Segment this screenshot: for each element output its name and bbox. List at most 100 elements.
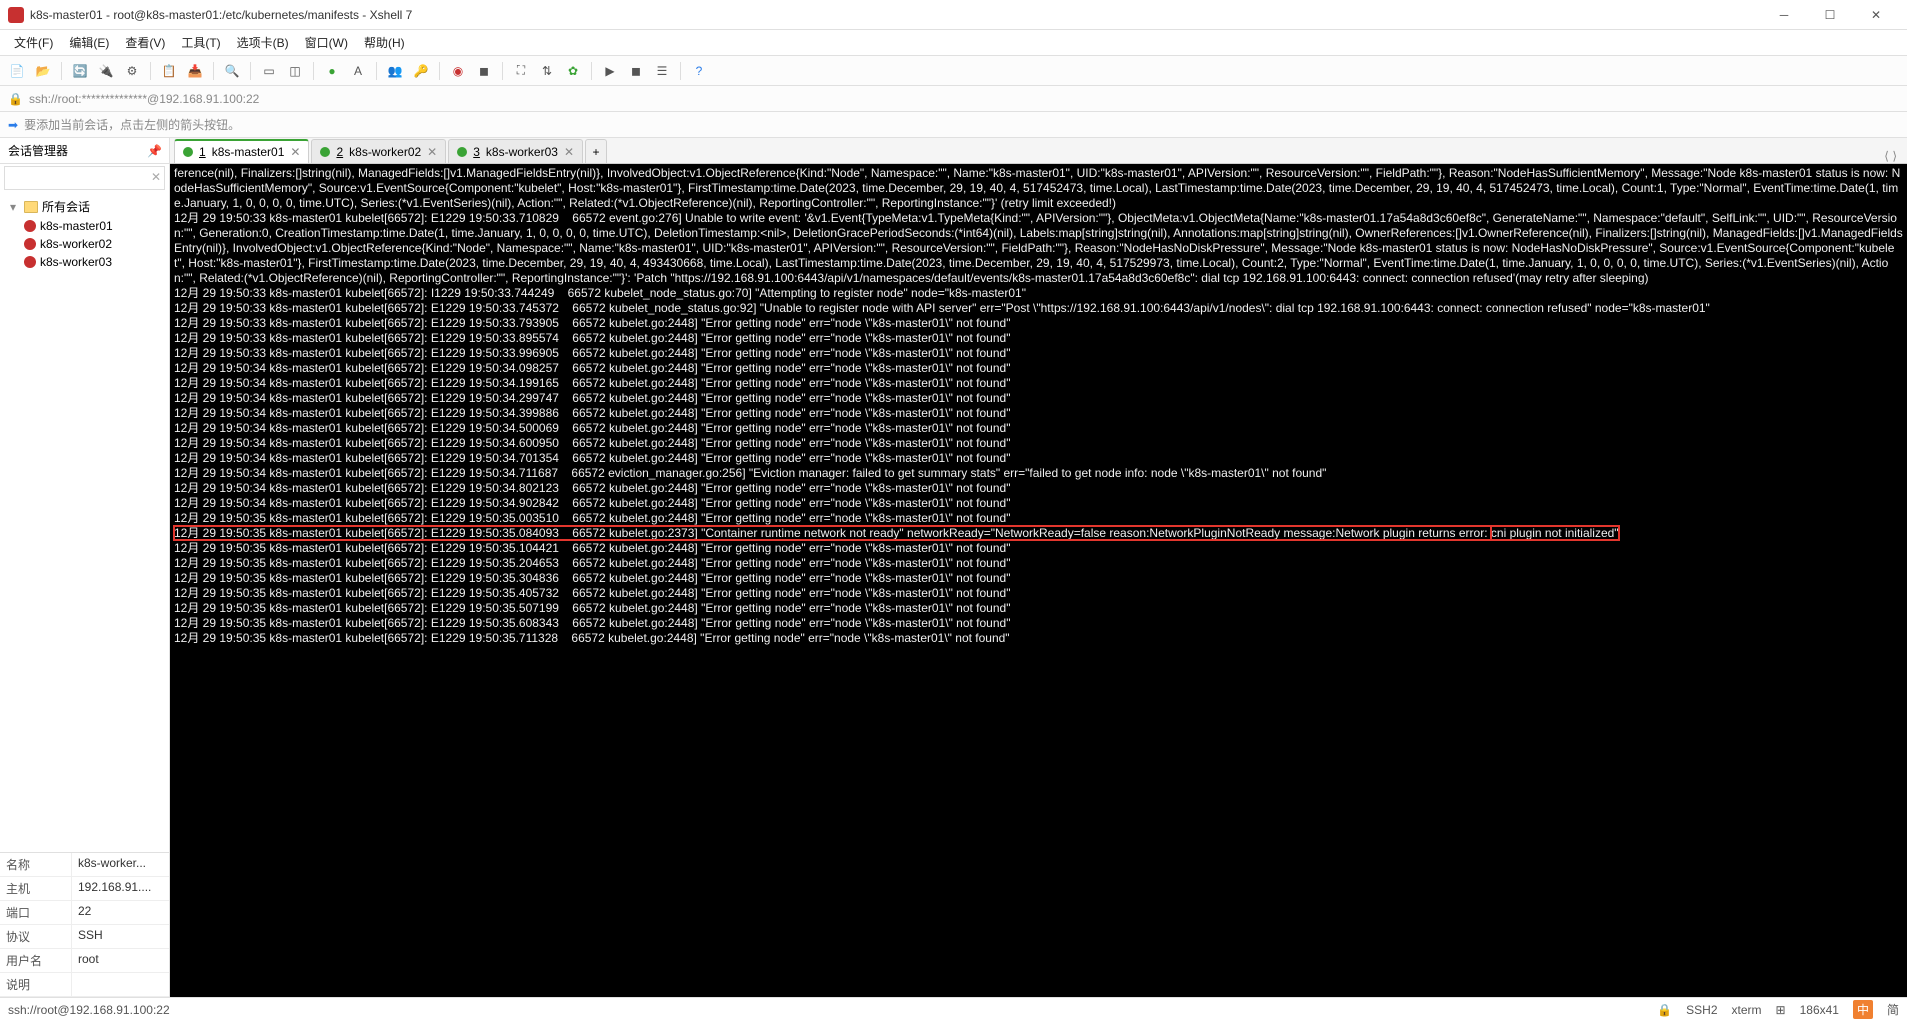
open-icon[interactable]: 📂	[32, 60, 54, 82]
users-icon[interactable]: 👥	[384, 60, 406, 82]
session-tree: ▾ 所有会话 k8s-master01 k8s-worker02 k8s-wor…	[0, 192, 169, 852]
tab-label: k8s-master01	[212, 145, 285, 159]
root-label: 所有会话	[42, 198, 90, 215]
hint-text: 要添加当前会话，点击左侧的箭头按钮。	[24, 116, 240, 133]
profiles-icon[interactable]: ⚙	[121, 60, 143, 82]
tab-label: k8s-worker02	[349, 145, 421, 159]
new-session-icon[interactable]: 📄	[6, 60, 28, 82]
layout2-icon[interactable]: ◫	[284, 60, 306, 82]
terminal-highlight-1: 12月 29 19:50:35 k8s-master01 kubelet[665…	[174, 526, 1491, 540]
script-icon[interactable]: ▶	[599, 60, 621, 82]
status-size: 186x41	[1800, 1003, 1839, 1017]
close-button[interactable]: ✕	[1853, 0, 1899, 30]
font-icon[interactable]: A	[347, 60, 369, 82]
arrow-right-icon[interactable]: ➡	[8, 118, 18, 132]
copy-icon[interactable]: 📋	[158, 60, 180, 82]
pin-icon[interactable]: 📌	[147, 144, 161, 158]
transfer-icon[interactable]: ⇅	[536, 60, 558, 82]
clear-icon[interactable]: ✕	[151, 170, 161, 184]
status-dot-icon	[183, 147, 193, 157]
tab-index: 3	[473, 145, 480, 159]
menu-edit[interactable]: 编辑(E)	[61, 31, 117, 54]
reconnect-icon[interactable]: 🔄	[69, 60, 91, 82]
tree-label: k8s-worker02	[40, 237, 112, 251]
sidebar-title: 会话管理器	[8, 142, 68, 159]
filter-input[interactable]	[4, 166, 165, 190]
help-icon[interactable]: ?	[688, 60, 710, 82]
session-icon	[24, 256, 36, 268]
prop-name-v: k8s-worker...	[72, 853, 169, 876]
prop-host-v: 192.168.91....	[72, 877, 169, 900]
menu-file[interactable]: 文件(F)	[6, 31, 61, 54]
prop-proto-k: 协议	[0, 925, 72, 948]
status-dot-icon	[320, 147, 330, 157]
toolbar: 📄 📂 🔄 🔌 ⚙ 📋 📥 🔍 ▭ ◫ ● A 👥 🔑 ◉ ◼ ⛶ ⇅ ✿ ▶ …	[0, 56, 1907, 86]
menu-view[interactable]: 查看(V)	[117, 31, 173, 54]
prop-user-v: root	[72, 949, 169, 972]
key-icon[interactable]: 🔑	[410, 60, 432, 82]
record-icon[interactable]: ◉	[447, 60, 469, 82]
session-icon	[24, 220, 36, 232]
prop-desc-v	[72, 973, 169, 996]
layout1-icon[interactable]: ▭	[258, 60, 280, 82]
tab-close-icon[interactable]: ✕	[427, 145, 437, 159]
tab-index: 2	[336, 145, 343, 159]
terminal-highlight-2: cni plugin not initialized"	[1491, 526, 1619, 540]
tree-root[interactable]: ▾ 所有会话	[2, 196, 167, 217]
property-grid: 名称k8s-worker... 主机192.168.91.... 端口22 协议…	[0, 852, 169, 997]
tree-item-worker03[interactable]: k8s-worker03	[2, 253, 167, 271]
color-icon[interactable]: ●	[321, 60, 343, 82]
address-text: ssh://root:**************@192.168.91.100…	[29, 92, 259, 106]
tab-bar: 1 k8s-master01 ✕ 2 k8s-worker02 ✕ 3 k8s-…	[170, 138, 1907, 164]
tab-worker02[interactable]: 2 k8s-worker02 ✕	[311, 139, 446, 163]
addressbar[interactable]: 🔒 ssh://root:**************@192.168.91.1…	[0, 86, 1907, 112]
find-icon[interactable]: 🔍	[221, 60, 243, 82]
tab-master01[interactable]: 1 k8s-master01 ✕	[174, 139, 309, 163]
lock-icon: 🔒	[1657, 1003, 1672, 1017]
prop-host-k: 主机	[0, 877, 72, 900]
disconnect-icon[interactable]: 🔌	[95, 60, 117, 82]
prop-name-k: 名称	[0, 853, 72, 876]
menu-tools[interactable]: 工具(T)	[173, 31, 228, 54]
script-stop-icon[interactable]: ◼	[625, 60, 647, 82]
terminal[interactable]: ference(nil), Finalizers:[]string(nil), …	[170, 164, 1907, 997]
status-ssh: SSH2	[1686, 1003, 1717, 1017]
terminal-output: ference(nil), Finalizers:[]string(nil), …	[174, 166, 1903, 525]
paste-icon[interactable]: 📥	[184, 60, 206, 82]
tab-worker03[interactable]: 3 k8s-worker03 ✕	[448, 139, 583, 163]
app-icon	[8, 7, 24, 23]
window-title: k8s-master01 - root@k8s-master01:/etc/ku…	[30, 8, 1761, 22]
hint-bar: ➡ 要添加当前会话，点击左侧的箭头按钮。	[0, 112, 1907, 138]
tree-item-worker02[interactable]: k8s-worker02	[2, 235, 167, 253]
terminal-output2: 12月 29 19:50:35 k8s-master01 kubelet[665…	[174, 541, 1010, 645]
menu-window[interactable]: 窗口(W)	[297, 31, 356, 54]
tab-overflow-icon[interactable]: ⟨ ⟩	[1878, 149, 1903, 163]
tab-add[interactable]: +	[585, 139, 607, 163]
content: 1 k8s-master01 ✕ 2 k8s-worker02 ✕ 3 k8s-…	[170, 138, 1907, 997]
tab-close-icon[interactable]: ✕	[290, 145, 300, 159]
fullscreen-icon[interactable]: ⛶	[510, 60, 532, 82]
status-ime: 简	[1887, 1001, 1899, 1018]
sidebar: 会话管理器 📌 ✕ ▾ 所有会话 k8s-master01 k8s-worker…	[0, 138, 170, 997]
prop-port-k: 端口	[0, 901, 72, 924]
menu-tab[interactable]: 选项卡(B)	[229, 31, 297, 54]
script-more-icon[interactable]: ☰	[651, 60, 673, 82]
collapse-icon[interactable]: ▾	[6, 200, 20, 214]
prop-proto-v: SSH	[72, 925, 169, 948]
maximize-button[interactable]: ☐	[1807, 0, 1853, 30]
status-connection: ssh://root@192.168.91.100:22	[8, 1003, 170, 1017]
lock-icon: 🔒	[8, 92, 23, 106]
stop-icon[interactable]: ◼	[473, 60, 495, 82]
xftp-icon[interactable]: ✿	[562, 60, 584, 82]
tab-index: 1	[199, 145, 206, 159]
folder-icon	[24, 201, 38, 213]
minimize-button[interactable]: ─	[1761, 0, 1807, 30]
session-icon	[24, 238, 36, 250]
tree-item-master01[interactable]: k8s-master01	[2, 217, 167, 235]
sidebar-filter: ✕	[4, 166, 165, 190]
sidebar-header: 会话管理器 📌	[0, 138, 169, 164]
menu-help[interactable]: 帮助(H)	[356, 31, 413, 54]
tab-close-icon[interactable]: ✕	[564, 145, 574, 159]
status-enc: 中	[1853, 1000, 1873, 1019]
tree-label: k8s-worker03	[40, 255, 112, 269]
